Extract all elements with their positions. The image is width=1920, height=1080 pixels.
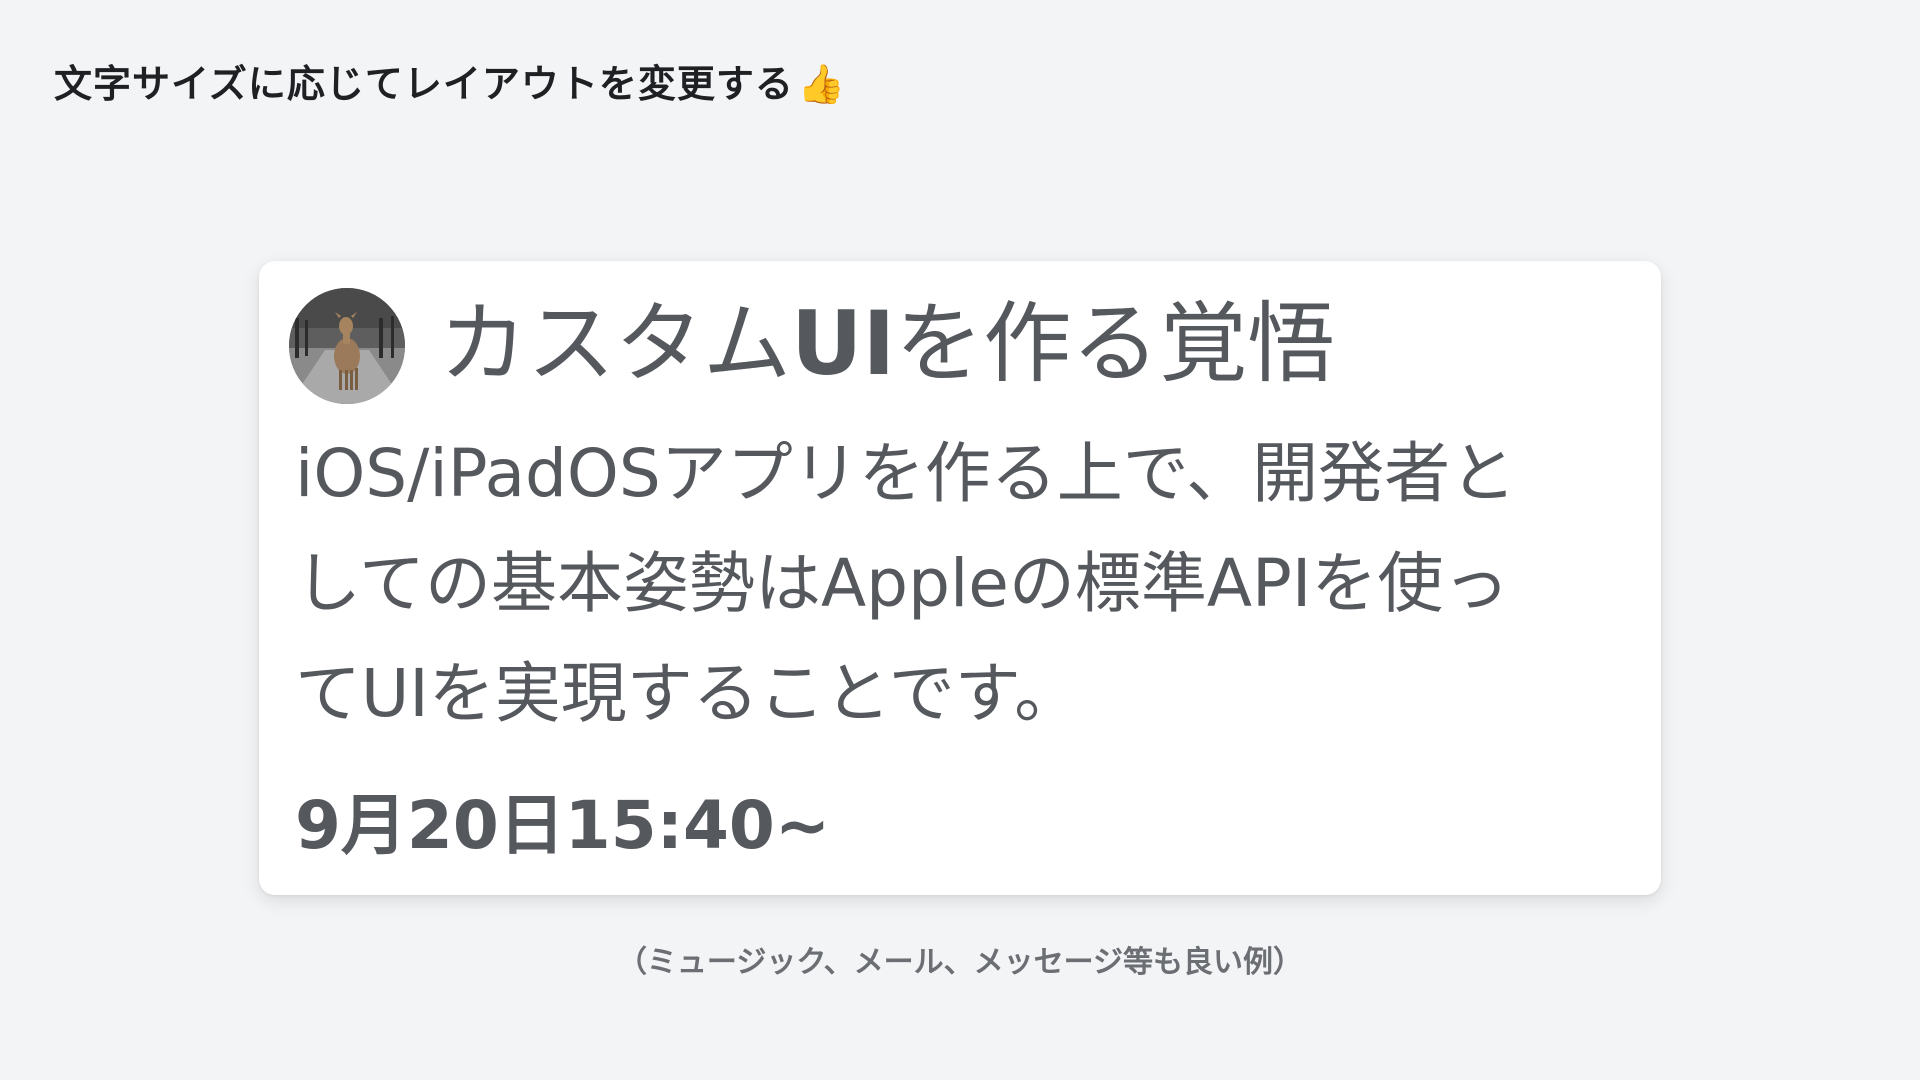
session-date: 9月20日15:40~ <box>295 787 831 864</box>
body-line: しての基本姿勢はAppleの標準APIを使っ <box>295 545 1510 622</box>
session-card: カスタムUIを作る覚悟 iOS/iPadOSアプリを作る上で、開発者と しての基… <box>259 261 1661 895</box>
thumbs-up-icon: 👍 <box>797 62 847 106</box>
card-body: iOS/iPadOSアプリを作る上で、開発者と しての基本姿勢はAppleの標準… <box>295 419 1635 749</box>
body-line: てUIを実現することです。 <box>295 655 1081 732</box>
card-heading: カスタムUIを作る覚悟 <box>439 289 1335 399</box>
heading-text-ui: UI <box>791 292 896 395</box>
avatar <box>289 288 405 404</box>
slide-title: 文字サイズに応じてレイアウトを変更する 👍 <box>54 58 846 110</box>
deer-avatar-icon <box>289 288 405 404</box>
heading-text-part1: カスタム <box>439 292 792 395</box>
heading-text-part2: を作る覚悟 <box>895 292 1336 395</box>
body-line: iOS/iPadOSアプリを作る上で、開発者と <box>295 435 1517 512</box>
slide-title-text: 文字サイズに応じてレイアウトを変更する <box>54 62 794 106</box>
caption: （ミュージック、メール、メッセージ等も良い例） <box>616 945 1304 980</box>
